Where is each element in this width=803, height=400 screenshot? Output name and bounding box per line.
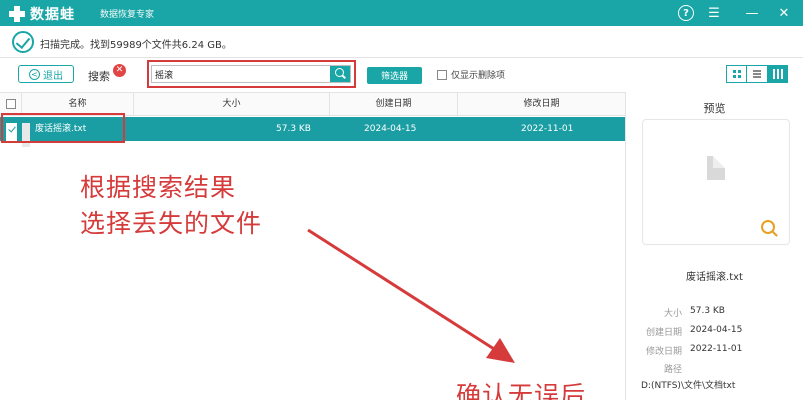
detail-view-icon[interactable]	[767, 66, 787, 82]
preview-path-label: 路径	[663, 365, 682, 375]
menu-icon: ☰	[708, 5, 720, 21]
only-deleted-checkbox[interactable]	[437, 69, 447, 80]
app-logo-icon	[8, 5, 26, 23]
minimize-button[interactable]: —	[742, 3, 762, 23]
preview-modified-value: 2022-11-01	[690, 344, 743, 354]
only-deleted-label: 仅显示删除项	[451, 71, 506, 81]
view-mode-group	[726, 65, 788, 83]
close-button[interactable]: ✕	[774, 3, 794, 23]
back-arrow-icon: <	[29, 68, 40, 80]
preview-size-label: 大小	[663, 309, 682, 319]
column-header-size[interactable]: 大小	[134, 93, 330, 115]
preview-path-value: D:(NTFS)\文件\文档txt	[641, 381, 736, 391]
panel-divider	[625, 92, 626, 400]
title-bar: 数据蛙 数据恢复专家 ? ☰ — ✕	[0, 0, 803, 26]
close-icon: ✕	[778, 5, 790, 21]
document-icon	[707, 156, 725, 180]
list-view-icon[interactable]	[747, 66, 768, 82]
preview-created-value: 2024-04-15	[690, 325, 743, 335]
minimize-icon: —	[745, 5, 759, 21]
preview-filename: 废话摇滚.txt	[686, 272, 743, 283]
scan-status-text: 扫描完成。找到59989个文件共6.24 GB。	[40, 40, 232, 51]
app-logo: 数据蛙	[8, 4, 75, 24]
preview-modified-label: 修改日期	[645, 347, 682, 357]
row-modified: 2022-11-01	[521, 124, 574, 134]
app-name: 数据蛙	[30, 7, 75, 23]
annotation-arrow-head	[486, 338, 515, 363]
app-subtitle: 数据恢复专家	[100, 10, 155, 20]
annotation-line-1: 根据搜索结果	[80, 173, 237, 202]
annotation-line-3: 确认无误后	[456, 381, 587, 400]
column-header-modified[interactable]: 修改日期	[458, 93, 625, 115]
row-highlight-frame	[1, 113, 125, 143]
preview-created-label: 创建日期	[645, 328, 682, 338]
help-icon: ?	[678, 5, 694, 21]
column-header-created[interactable]: 创建日期	[330, 93, 458, 115]
preview-box	[642, 119, 790, 245]
preview-title: 预览	[703, 102, 726, 115]
menu-button[interactable]: ☰	[704, 3, 724, 23]
toolbar: < 退出 搜索 ✕ 筛选器 仅显示删除项	[0, 58, 803, 90]
preview-size-value: 57.3 KB	[690, 306, 725, 316]
back-button-label: 退出	[43, 70, 63, 82]
column-header-name[interactable]: 名称	[22, 93, 134, 115]
scan-status-bar: 扫描完成。找到59989个文件共6.24 GB。	[0, 26, 803, 58]
filter-button[interactable]: 筛选器	[367, 67, 422, 84]
scan-complete-icon	[12, 31, 34, 53]
annotation-arrow	[307, 228, 515, 363]
clear-search-icon[interactable]: ✕	[113, 64, 126, 77]
annotation-line-2: 选择丢失的文件	[80, 209, 263, 238]
grid-view-icon[interactable]	[727, 66, 748, 82]
search-highlight-frame	[147, 60, 356, 88]
help-button[interactable]: ?	[676, 3, 696, 23]
back-button[interactable]: < 退出	[18, 65, 74, 83]
search-label: 搜索	[88, 70, 110, 83]
annotation-arrow-shaft	[307, 228, 506, 358]
select-all-checkbox[interactable]	[5, 99, 16, 109]
only-deleted-option[interactable]: 仅显示删除项	[437, 68, 505, 81]
row-created: 2024-04-15	[364, 124, 417, 134]
select-all-cell	[0, 93, 22, 115]
zoom-icon[interactable]	[761, 220, 775, 234]
row-size: 57.3 KB	[276, 124, 311, 134]
